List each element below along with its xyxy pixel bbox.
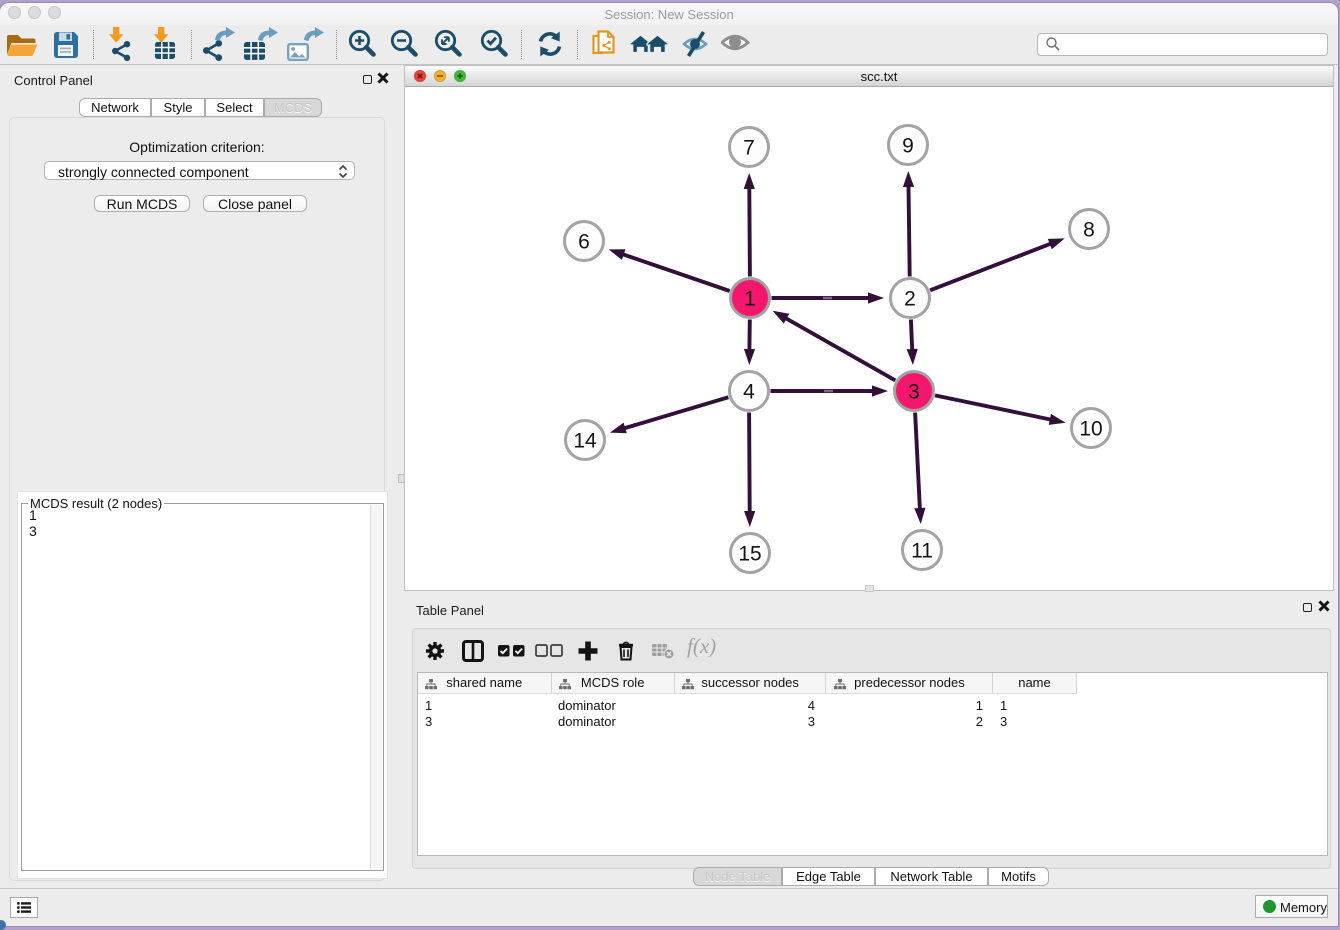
svg-text:4: 4 <box>743 381 755 404</box>
svg-text:10: 10 <box>1079 418 1102 441</box>
svg-text:15: 15 <box>738 543 761 566</box>
svg-text:8: 8 <box>1083 219 1095 242</box>
svg-text:14: 14 <box>573 430 597 453</box>
svg-text:11: 11 <box>911 540 933 563</box>
svg-text:3: 3 <box>908 381 920 404</box>
svg-text:2: 2 <box>904 288 916 311</box>
svg-text:7: 7 <box>743 137 755 160</box>
svg-text:6: 6 <box>578 231 590 254</box>
svg-text:9: 9 <box>902 135 914 158</box>
svg-text:1: 1 <box>744 288 756 311</box>
